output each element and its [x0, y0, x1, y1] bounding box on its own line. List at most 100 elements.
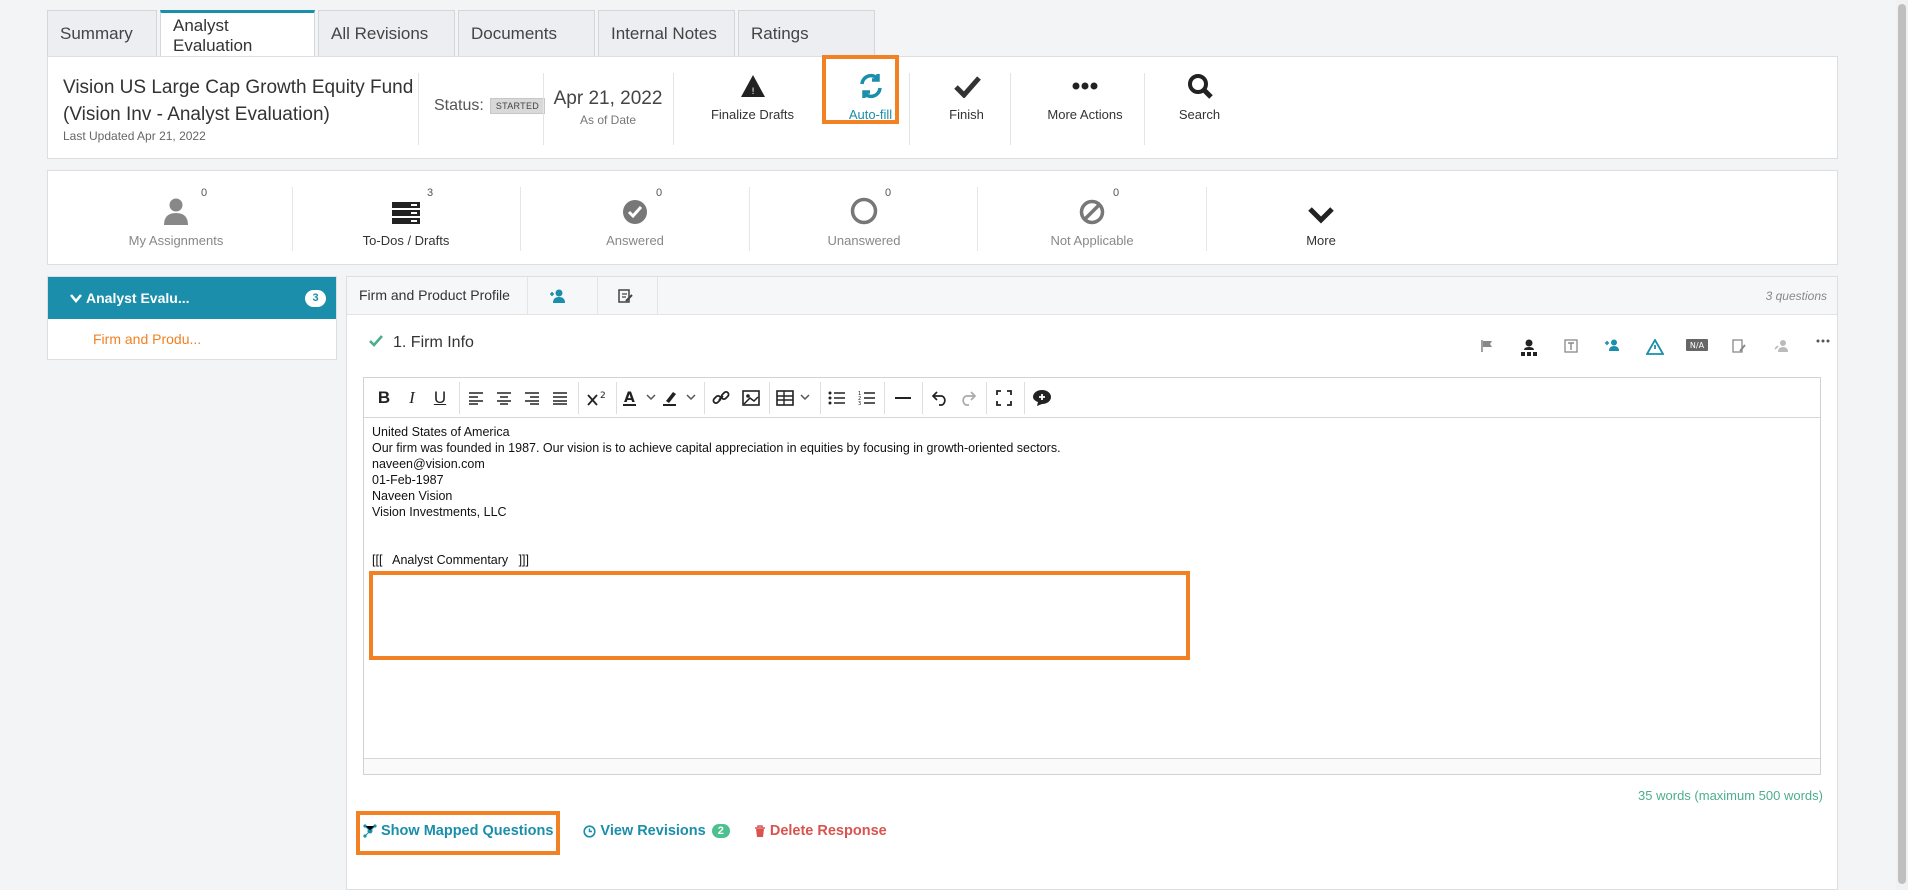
stat-more[interactable]: More	[1206, 189, 1436, 248]
edit-note-icon[interactable]	[1718, 339, 1760, 357]
editor-toolbar: B I U 2 A 123	[364, 378, 1820, 418]
org-chart-icon[interactable]	[1508, 339, 1550, 357]
divider	[459, 382, 460, 414]
ellipsis-icon[interactable]	[1802, 339, 1844, 357]
stat-not-applicable[interactable]: 0 Not Applicable	[977, 187, 1207, 248]
justify-button[interactable]	[548, 386, 572, 410]
section-title: Firm and Product Profile	[359, 287, 510, 303]
fullscreen-button[interactable]	[990, 386, 1018, 410]
tab-bar: Summary Analyst Evaluation All Revisions…	[47, 10, 878, 58]
status: Status: STARTED	[434, 97, 546, 115]
sidebar-section-analyst-evaluation[interactable]: Analyst Evalu... 3	[48, 277, 336, 319]
flag-icon[interactable]	[1466, 339, 1508, 357]
page-scrollbar-thumb[interactable]	[1898, 4, 1906, 884]
numbered-list-button[interactable]: 123	[854, 386, 880, 410]
redo-button[interactable]	[956, 386, 982, 410]
align-center-button[interactable]	[492, 386, 516, 410]
bold-button[interactable]: B	[372, 386, 396, 410]
stat-my-assignments[interactable]: 0 My Assignments	[61, 187, 291, 248]
sidebar-section-count: 3	[305, 290, 326, 307]
finalize-drafts-button[interactable]: ! Finalize Drafts	[705, 71, 800, 122]
divider	[769, 382, 770, 414]
autofill-highlight	[822, 55, 899, 124]
as-of-label: As of Date	[579, 113, 637, 127]
ellipsis-icon	[1030, 71, 1140, 101]
superscript-button[interactable]: 2	[582, 386, 612, 410]
text-color-button[interactable]: A	[620, 386, 660, 410]
tab-internal-notes[interactable]: Internal Notes	[598, 10, 735, 57]
divider	[922, 382, 923, 414]
align-right-button[interactable]	[520, 386, 544, 410]
divider	[543, 73, 544, 145]
check-icon	[919, 71, 1014, 101]
tab-all-revisions[interactable]: All Revisions	[318, 10, 455, 57]
divider	[986, 382, 987, 414]
tab-analyst-evaluation[interactable]: Analyst Evaluation	[160, 10, 315, 58]
question-toolbar: N/A	[1466, 339, 1844, 357]
stat-label: My Assignments	[128, 233, 224, 248]
last-updated: Last Updated Apr 21, 2022	[63, 129, 206, 143]
finish-label: Finish	[949, 107, 984, 122]
finish-button[interactable]: Finish	[919, 71, 1014, 122]
assign-user-icon[interactable]	[1592, 339, 1634, 357]
horizontal-rule-button[interactable]	[890, 386, 916, 410]
attach-user-icon[interactable]	[1760, 339, 1802, 357]
sidebar-item-firm-and-product[interactable]: Firm and Produ...	[48, 319, 336, 359]
comment-button[interactable]	[1028, 386, 1056, 410]
stat-label: Answered	[606, 233, 664, 248]
stat-count: 0	[201, 187, 208, 199]
divider	[1144, 73, 1145, 145]
edit-note-icon[interactable]	[617, 288, 633, 309]
stat-todos-drafts[interactable]: 3 To-Dos / Drafts	[291, 187, 521, 248]
delete-response-link[interactable]: Delete Response	[754, 823, 887, 839]
editor-statusbar	[364, 758, 1820, 774]
more-actions-label: More Actions	[1047, 107, 1123, 122]
stat-answered[interactable]: 0 Answered	[520, 187, 750, 248]
divider	[1024, 382, 1025, 414]
divider	[578, 382, 579, 414]
warning-icon[interactable]	[1634, 339, 1676, 357]
stat-unanswered[interactable]: 0 Unanswered	[749, 187, 979, 248]
stat-count: 0	[656, 187, 663, 199]
stat-label: Unanswered	[827, 233, 901, 248]
divider	[616, 382, 617, 414]
response-editor[interactable]: B I U 2 A 123 United States of America O…	[363, 377, 1821, 775]
search-button[interactable]: Search	[1152, 71, 1247, 122]
editor-line: United States of America	[372, 425, 510, 439]
editor-line: Vision Investments, LLC	[372, 505, 507, 519]
tab-documents[interactable]: Documents	[458, 10, 595, 57]
search-icon	[1152, 71, 1247, 101]
divider	[597, 277, 598, 315]
not-applicable-icon[interactable]: N/A	[1676, 339, 1718, 357]
evaluation-header: Vision US Large Cap Growth Equity Fund (…	[47, 55, 1838, 159]
divider	[527, 277, 528, 315]
assign-user-icon[interactable]	[549, 289, 567, 308]
link-button[interactable]	[708, 386, 734, 410]
editor-content[interactable]: United States of America Our firm was fo…	[372, 424, 1061, 568]
ban-icon: 0	[977, 187, 1207, 225]
bullet-list-button[interactable]	[824, 386, 850, 410]
revisions-count-badge: 2	[711, 824, 730, 838]
word-count: 35 words (maximum 500 words)	[1638, 788, 1823, 803]
section-sidebar: Analyst Evalu... 3 Firm and Produ...	[47, 276, 337, 360]
stat-label: To-Dos / Drafts	[362, 233, 450, 248]
status-label: Status:	[434, 97, 484, 114]
italic-button[interactable]: I	[400, 386, 424, 410]
more-actions-button[interactable]: More Actions	[1030, 71, 1140, 122]
undo-button[interactable]	[926, 386, 952, 410]
tab-ratings[interactable]: Ratings	[738, 10, 875, 57]
view-revisions-label: View Revisions	[600, 823, 706, 839]
tab-summary[interactable]: Summary	[47, 10, 157, 57]
align-left-button[interactable]	[464, 386, 488, 410]
table-button[interactable]	[774, 386, 816, 410]
svg-text:2: 2	[600, 391, 606, 401]
fund-title: Vision US Large Cap Growth Equity Fund (…	[63, 77, 414, 125]
view-revisions-link[interactable]: View Revisions 2	[583, 823, 730, 839]
highlight-color-button[interactable]	[660, 386, 700, 410]
underline-button[interactable]: U	[428, 386, 452, 410]
chevron-down-icon	[70, 294, 82, 303]
text-box-icon[interactable]	[1550, 339, 1592, 357]
clock-icon	[583, 824, 597, 838]
image-button[interactable]	[738, 386, 764, 410]
svg-text:3: 3	[858, 401, 861, 406]
